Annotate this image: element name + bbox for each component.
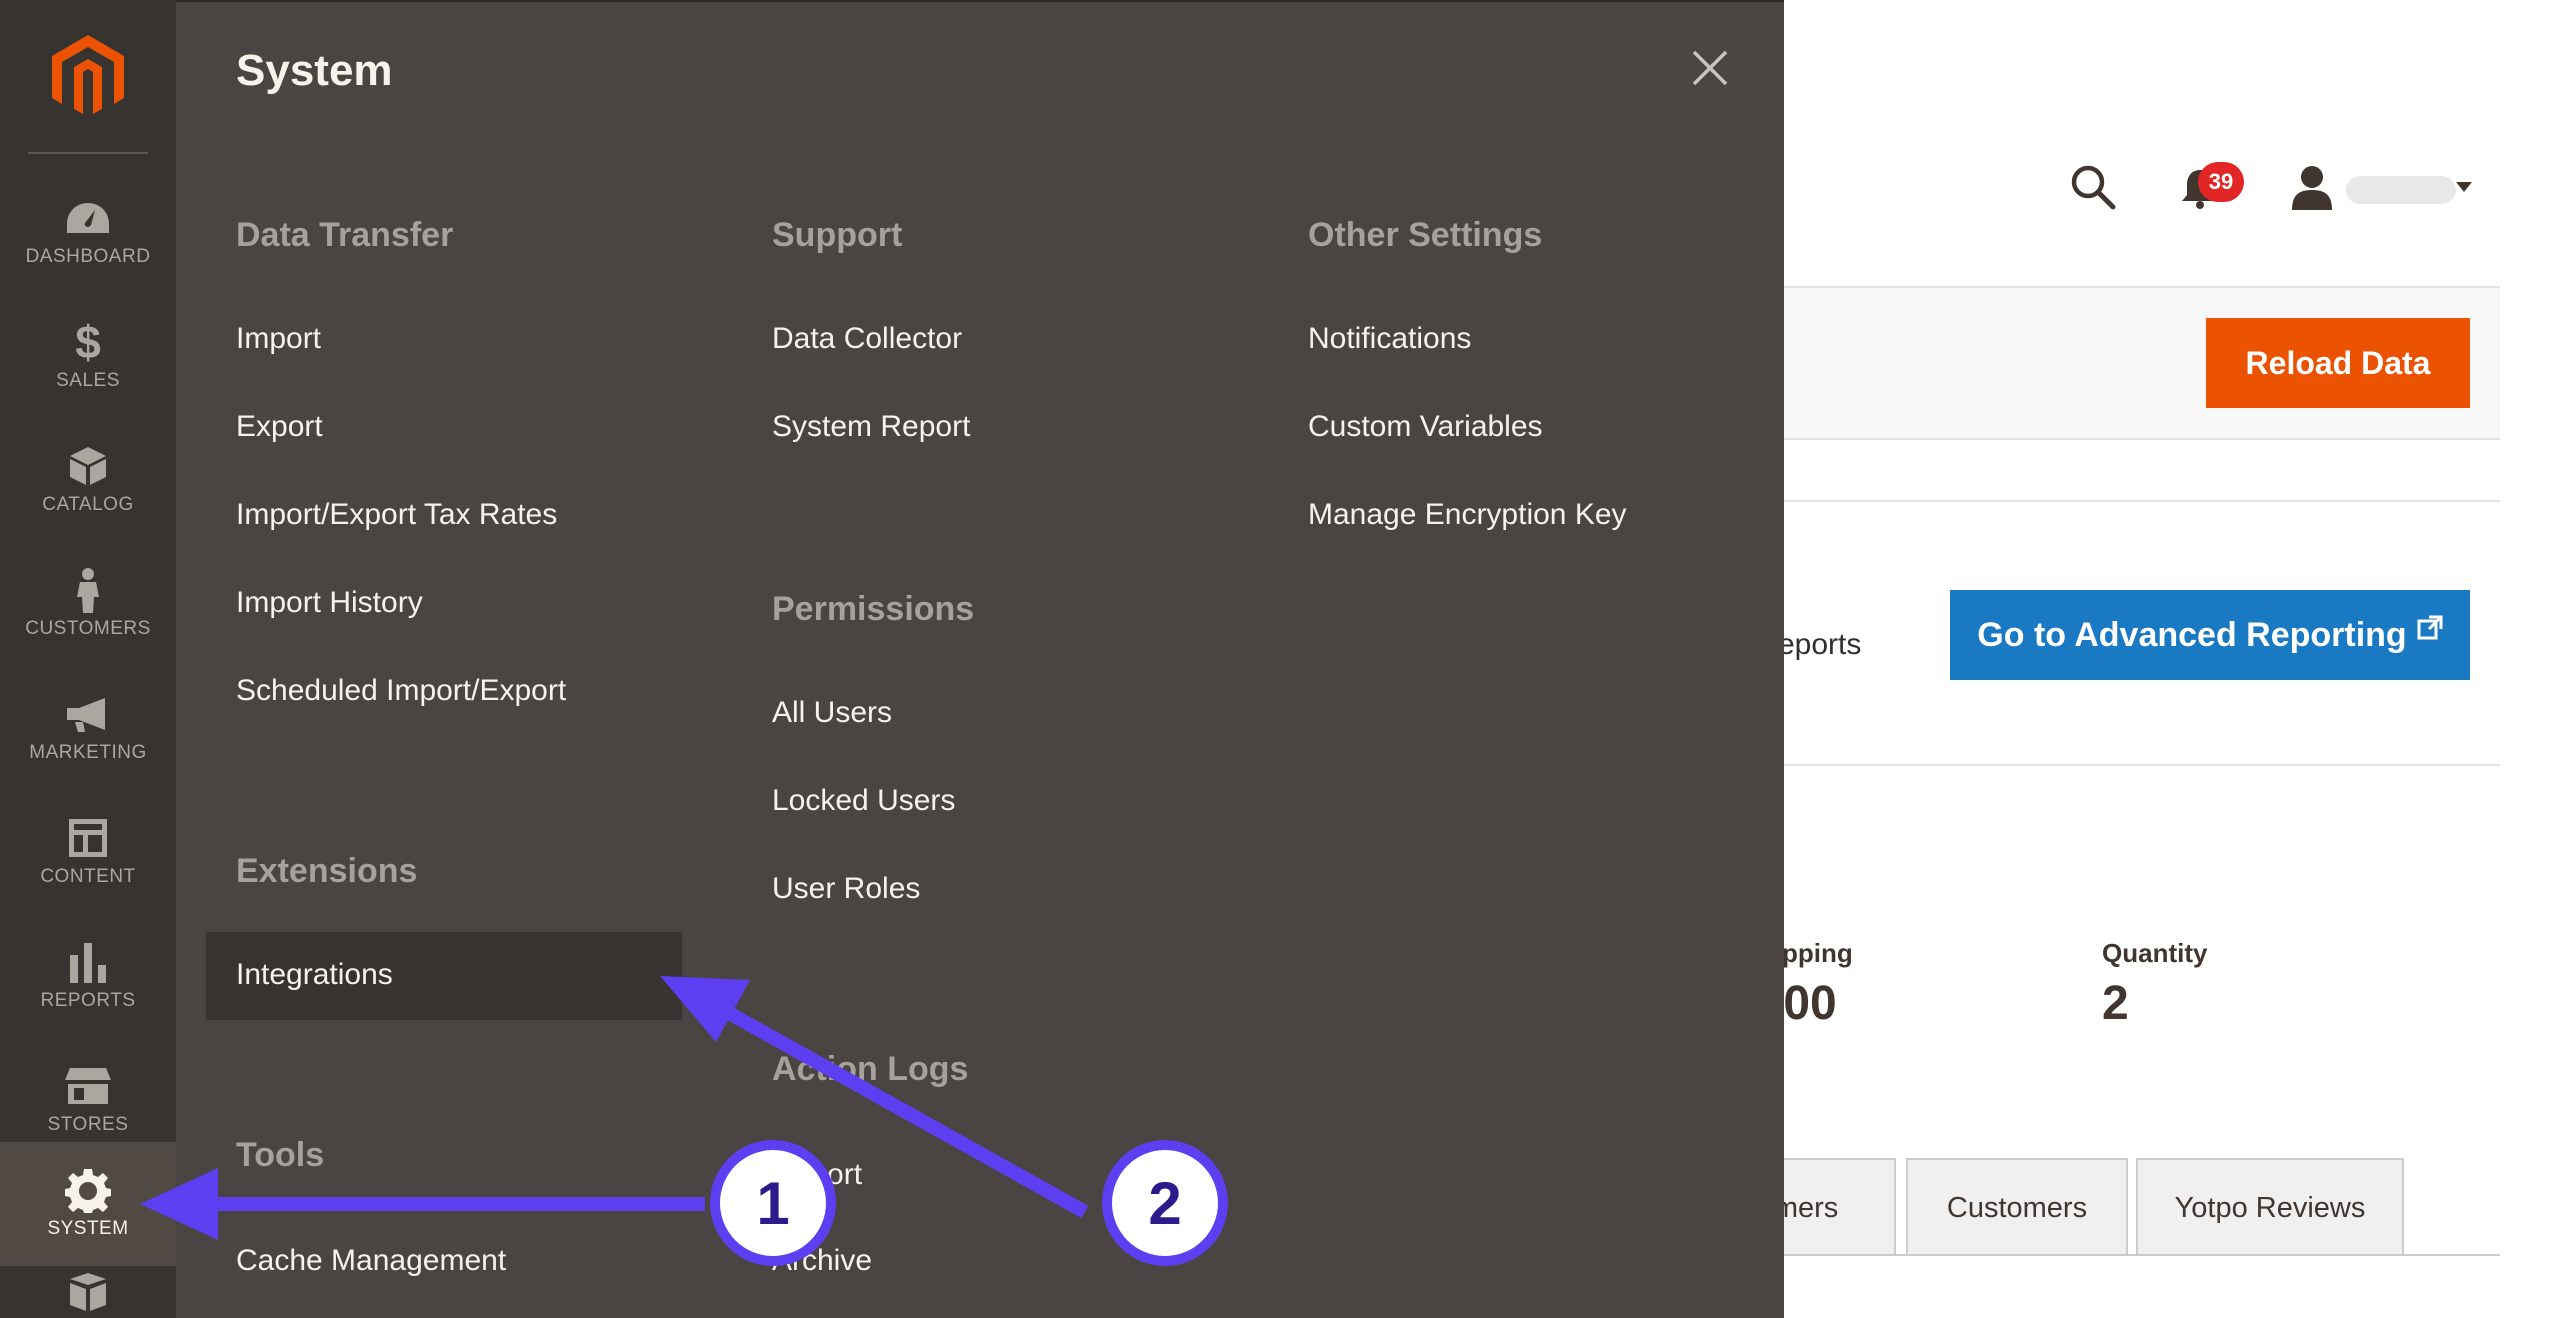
section-title-action-logs: Action Logs: [772, 1050, 969, 1088]
menu-link-integrations-label[interactable]: Integrations: [236, 958, 393, 992]
sidebar-item-dashboard[interactable]: DASHBOARD: [0, 170, 176, 294]
sidebar-item-content[interactable]: CONTENT: [0, 790, 176, 914]
bricks-icon: [64, 1270, 112, 1312]
dollar-icon: $: [75, 316, 101, 368]
storefront-icon: [64, 1064, 112, 1108]
divider: [28, 152, 148, 154]
menu-link-import-export-tax-rates[interactable]: Import/Export Tax Rates: [236, 498, 557, 532]
cube-icon: [64, 444, 112, 488]
menu-link-notifications[interactable]: Notifications: [1308, 322, 1471, 356]
sidebar-item-reports[interactable]: REPORTS: [0, 914, 176, 1038]
menu-link-custom-variables[interactable]: Custom Variables: [1308, 410, 1543, 444]
menu-link-import[interactable]: Import: [236, 322, 321, 356]
menu-link-export[interactable]: Export: [236, 410, 323, 444]
system-menu-panel: System Data Transfer Import Export Impor…: [176, 0, 1784, 1318]
sidebar-item-label: CONTENT: [40, 866, 136, 887]
sidebar-item-marketing[interactable]: MARKETING: [0, 666, 176, 790]
magento-logo[interactable]: [0, 0, 176, 152]
section-title-support: Support: [772, 216, 903, 254]
search-icon[interactable]: [2068, 162, 2118, 212]
section-title-tools: Tools: [236, 1136, 325, 1174]
menu-link-user-roles[interactable]: User Roles: [772, 872, 920, 906]
sidebar-item-label: STORES: [47, 1114, 129, 1135]
tabs-divider: [1784, 1254, 2500, 1256]
sidebar-item-more[interactable]: [0, 1270, 176, 1318]
divider: [1784, 500, 2500, 502]
user-name-redacted[interactable]: [2346, 176, 2456, 204]
menu-link-data-collector[interactable]: Data Collector: [772, 322, 962, 356]
section-title-data-transfer: Data Transfer: [236, 216, 454, 254]
menu-title: System: [236, 46, 393, 95]
reload-data-button[interactable]: Reload Data: [2206, 318, 2470, 408]
sidebar-item-sales[interactable]: $ SALES: [0, 294, 176, 418]
bar-chart-icon: [64, 940, 112, 984]
external-link-icon: [2417, 615, 2443, 640]
person-icon: [64, 568, 112, 613]
sidebar-item-label: SALES: [56, 370, 120, 391]
sidebar-item-customers[interactable]: CUSTOMERS: [0, 542, 176, 666]
dashboard-gauge-icon: [64, 196, 112, 240]
layout-icon: [64, 816, 112, 860]
sidebar-item-catalog[interactable]: CATALOG: [0, 418, 176, 542]
section-title-extensions: Extensions: [236, 852, 418, 890]
user-icon[interactable]: [2290, 164, 2334, 210]
section-title-permissions: Permissions: [772, 590, 975, 628]
close-icon[interactable]: [1688, 46, 1732, 90]
menu-link-all-users[interactable]: All Users: [772, 696, 892, 730]
admin-sidebar: DASHBOARD $ SALES CATALOG CUSTOMERS MARK…: [0, 0, 176, 1318]
sidebar-item-label: REPORTS: [40, 990, 136, 1011]
sidebar-item-label: DASHBOARD: [25, 246, 151, 267]
chevron-down-icon[interactable]: [2456, 182, 2472, 192]
divider: [1784, 764, 2500, 766]
advanced-reporting-label: Go to Advanced Reporting: [1977, 615, 2407, 654]
sidebar-item-label: CUSTOMERS: [25, 618, 151, 639]
megaphone-icon: [64, 692, 112, 736]
notification-count-badge[interactable]: 39: [2198, 162, 2244, 202]
gear-icon: [64, 1168, 112, 1213]
menu-link-locked-users[interactable]: Locked Users: [772, 784, 955, 818]
menu-link-scheduled-import-export[interactable]: Scheduled Import/Export: [236, 674, 566, 708]
quantity-label: Quantity: [2102, 938, 2208, 968]
menu-link-import-history[interactable]: Import History: [236, 586, 423, 620]
sidebar-item-system[interactable]: SYSTEM: [0, 1142, 176, 1266]
menu-link-manage-encryption-key[interactable]: Manage Encryption Key: [1308, 498, 1627, 532]
menu-link-system-report[interactable]: System Report: [772, 410, 970, 444]
sidebar-item-label: CATALOG: [42, 494, 134, 515]
tab-yotpo-reviews[interactable]: Yotpo Reviews: [2136, 1158, 2404, 1256]
shipping-label: pping: [1782, 938, 1853, 968]
quantity-value: 2: [2102, 977, 2129, 1030]
sidebar-item-label: MARKETING: [29, 742, 147, 763]
advanced-reporting-button[interactable]: Go to Advanced Reporting: [1950, 590, 2470, 680]
section-title-other-settings: Other Settings: [1308, 216, 1543, 254]
tab-customers[interactable]: Customers: [1906, 1158, 2128, 1256]
menu-link-cache-management[interactable]: Cache Management: [236, 1244, 506, 1278]
step-1-badge: 1: [710, 1140, 836, 1266]
step-2-badge: 2: [1102, 1140, 1228, 1266]
sidebar-item-label: SYSTEM: [47, 1218, 129, 1239]
